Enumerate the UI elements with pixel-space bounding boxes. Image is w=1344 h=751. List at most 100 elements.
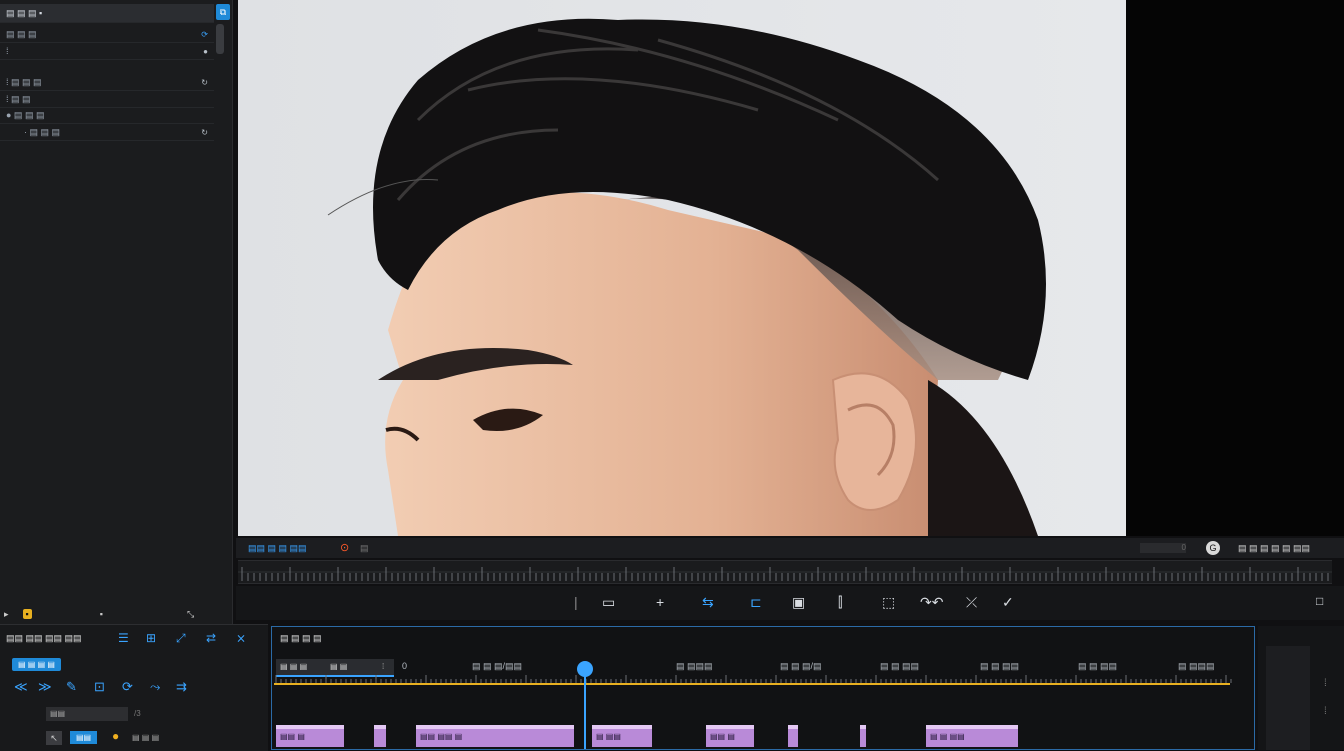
project-item-label: · ▤ ▤ ▤ <box>24 126 61 137</box>
expand-icon[interactable]: ⤢ <box>176 631 186 646</box>
tool-value-field[interactable]: ▤▤ <box>46 707 128 721</box>
in-point-label: ▤ ▤ ▤ <box>280 662 308 671</box>
timecode-field[interactable]: 0 <box>1140 543 1186 553</box>
lift-button[interactable]: ⫿ <box>838 594 842 611</box>
resize-icon[interactable]: ⤡ <box>187 609 194 620</box>
grid-icon[interactable]: ⊞ <box>146 631 156 645</box>
project-panel-footer: ▸ ▪ ▪ ⤡ <box>0 604 232 624</box>
ripple-icon[interactable]: ⤳ <box>150 679 160 695</box>
video-clip[interactable]: ▤▤ ▤ <box>706 725 754 747</box>
time-tick-label: ▤ ▤▤▤ <box>1178 661 1215 671</box>
video-clip[interactable]: ▤▤ ▤ <box>276 725 344 747</box>
tools-title: ▤▤ ▤▤ ▤▤ ▤▤ <box>6 633 82 643</box>
project-item[interactable]: · ▤ ▤ ▤ ↻ <box>0 124 214 141</box>
project-item[interactable]: ▤ ▤ ▤ ⟳ <box>0 26 214 43</box>
preview-frame-image <box>238 0 1126 536</box>
project-panel-title: ▤ ▤ ▤ ▪ <box>6 7 43 18</box>
project-item-label: ▤ ▤ ▤ <box>6 28 37 39</box>
monitor-scrubber-ruler[interactable] <box>238 560 1332 584</box>
trim-button[interactable]: ⤫ <box>966 594 977 611</box>
video-clip[interactable]: ▤ ▤▤ <box>592 725 652 747</box>
tool-value-suffix: /3 <box>134 709 141 718</box>
panel-toggle-button[interactable]: ⧉ <box>216 4 230 20</box>
settings-icon[interactable]: G <box>1206 541 1220 555</box>
refresh-icon[interactable]: ⟳ <box>201 30 208 39</box>
project-item[interactable]: ⁞ ▤ ▤ <box>0 91 214 108</box>
slide-icon[interactable]: ⇉ <box>176 679 187 695</box>
speed-button[interactable]: ↷↶ <box>920 594 943 611</box>
timeline-title: ▤ ▤ ▤ ▤ <box>280 633 322 643</box>
playhead[interactable] <box>584 665 586 749</box>
time-tick-label: ▤ ▤ ▤/▤ <box>780 661 822 671</box>
time-tick-label: ▤ ▤ ▤▤ <box>1078 661 1118 671</box>
project-item-label: ● ▤ ▤ ▤ <box>6 109 45 120</box>
program-title[interactable]: ▤▤ ▤ ▤ ▤▤ <box>248 543 307 554</box>
out-point-label: ▤ ▤ <box>330 662 348 671</box>
cursor-icon[interactable]: ↖ <box>46 731 62 745</box>
add-marker-button[interactable]: + <box>656 594 664 610</box>
extract-button[interactable]: ⬚ <box>882 594 895 611</box>
playhead-handle[interactable] <box>577 661 593 677</box>
program-info: ▤ ▤ ▤ ▤ ▤ ▤▤ <box>1238 543 1311 553</box>
program-monitor[interactable] <box>238 0 1126 536</box>
time-tick-label: 0 <box>402 661 408 671</box>
panel-scrollbar[interactable] <box>216 24 224 54</box>
meter-scale-icon: ⁞ <box>1324 706 1327 717</box>
active-tool-tab[interactable]: ▤ ▤ ▤ ▤ <box>12 658 61 671</box>
program-monitor-bar: ▤▤ ▤ ▤ ▤▤ ⊙ ▤ 0 G ▤ ▤ ▤ ▤ ▤ ▤▤ <box>236 538 1344 558</box>
tool-apply-button[interactable]: ▤▤ <box>70 731 98 744</box>
video-clip[interactable]: ▤ ▤ ▤▤ <box>926 725 1018 747</box>
warning-icon[interactable]: ● <box>112 729 119 743</box>
video-clip[interactable] <box>374 725 386 747</box>
video-clip[interactable]: ▤▤ ▤▤ ▤ <box>416 725 574 747</box>
project-panel: ▤ ▤ ▤ ▪ ⧉ ▤ ▤ ▤ ⟳ ⁞ ● ⁞ ▤ ▤ ▤ ↻ ⁞ ▤ ▤ ● … <box>0 0 233 624</box>
forward-icon[interactable]: ≫ <box>38 679 52 695</box>
rewind-icon[interactable]: ≪ <box>14 679 28 695</box>
dot-icon[interactable]: ● <box>203 47 208 56</box>
tools-panel: ▤▤ ▤▤ ▤▤ ▤▤ ☰ ⊞ ⤢ ⇄ ⨯ ▤ ▤ ▤ ▤ ≪ ≫ ✎ ⊡ ⟳ … <box>0 624 268 751</box>
confirm-button[interactable]: ✓ <box>1002 594 1014 611</box>
mark-in-button[interactable]: ▭ <box>602 594 615 611</box>
transport-controls: | ▭ + ⇆ ⊏ ▣ ⫿ ⬚ ↷↶ ⤫ ✓ □ <box>236 586 1344 620</box>
monitor-letterbox <box>1126 0 1344 536</box>
meter-scale-icon: ⁞ <box>1324 678 1327 689</box>
loop-button[interactable]: ⊏ <box>750 594 762 611</box>
collapse-icon[interactable]: ▸ <box>4 609 9 620</box>
swap-icon[interactable]: ⇄ <box>206 631 216 645</box>
rotate-icon[interactable]: ⟳ <box>122 679 133 695</box>
step-back-button[interactable]: ⇆ <box>702 594 714 611</box>
maximize-icon[interactable]: □ <box>1316 594 1323 608</box>
audio-meter-panel: ⁞ ⁞ <box>1258 626 1344 750</box>
time-tick-label: ▤ ▤ ▤/▤▤ <box>472 661 523 671</box>
project-item-label: ⁞ ▤ ▤ ▤ <box>6 76 42 87</box>
project-item[interactable]: ⁞ ▤ ▤ ▤ ↻ <box>0 74 214 91</box>
close-icon[interactable]: ⨯ <box>236 631 246 645</box>
video-clip[interactable] <box>860 725 866 747</box>
time-tick-label: ▤ ▤▤▤ <box>676 661 713 671</box>
camera-button[interactable]: ▣ <box>792 594 805 611</box>
work-area-bar[interactable] <box>274 683 1230 685</box>
folder-icon[interactable]: ▪ <box>22 609 32 619</box>
sync-icon[interactable]: ↻ <box>201 78 208 87</box>
project-item-label: ⁞ ▤ ▤ <box>6 93 31 104</box>
project-item[interactable]: ● ▤ ▤ ▤ <box>0 107 214 124</box>
list-icon[interactable]: ☰ <box>118 631 129 645</box>
project-item[interactable]: ⁞ ● <box>0 43 214 60</box>
project-item-label: ⁞ <box>6 46 9 56</box>
ruler-ticks <box>238 567 1332 581</box>
crop-icon[interactable]: ⊡ <box>94 679 105 695</box>
timeline-panel[interactable]: ▤ ▤ ▤ ▤ ▤ ▤ ▤ ▤ ▤ ⁞ 0 ▤ ▤ ▤/▤▤ ▤ ▤▤▤ ▤ ▤… <box>271 626 1255 750</box>
record-icon[interactable]: ⊙ <box>340 541 349 554</box>
video-clip[interactable] <box>788 725 798 747</box>
pen-icon[interactable]: ✎ <box>66 679 77 695</box>
time-tick-label: ▤ ▤ ▤▤ <box>980 661 1020 671</box>
tool-footer-label: ▤ ▤ ▤ <box>132 733 160 742</box>
project-panel-header: ▤ ▤ ▤ ▪ ⧉ <box>0 4 230 23</box>
timeline-ruler[interactable] <box>272 675 1254 689</box>
bin-icon[interactable]: ▪ <box>100 609 103 619</box>
time-tick-label: ▤ ▤ ▤▤ <box>880 661 920 671</box>
transport-left-marker: | <box>574 594 578 610</box>
audio-meter <box>1266 646 1310 750</box>
sync-icon[interactable]: ↻ <box>201 128 208 137</box>
range-close-icon[interactable]: ⁞ <box>382 662 384 671</box>
